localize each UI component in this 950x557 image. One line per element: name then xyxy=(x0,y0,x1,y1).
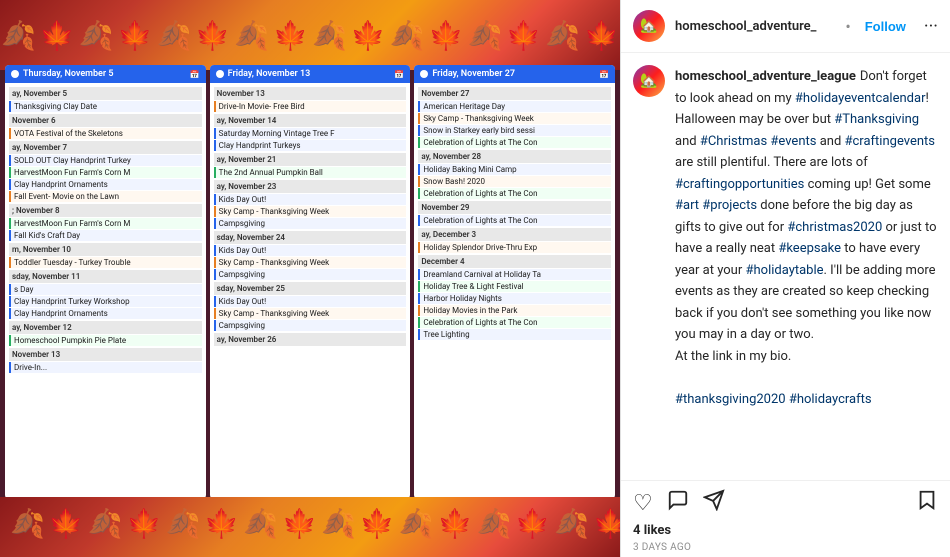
right-panel: 🏡 homeschool_adventure_ • Follow ··· 🏡 h… xyxy=(620,0,950,557)
share-icon[interactable] xyxy=(703,489,725,517)
hashtag-thanksgiving[interactable]: #Thanksgiving xyxy=(834,112,919,127)
top-bar: 🏡 homeschool_adventure_ • Follow ··· xyxy=(621,0,950,53)
cal-header-2: Friday, November 13 📅 xyxy=(210,65,411,83)
hashtag-keepsake[interactable]: #keepsake xyxy=(778,241,841,256)
like-icon[interactable]: ♡ xyxy=(633,491,653,516)
post-image: 🍂🍁🍂 🍁🍂🍁 🍂🍁🍂 🍁🍂🍁 🍂🍁🍂 🍁🍂🍁 🍂🍁 vents Thursda… xyxy=(0,0,620,557)
calendar-col-2: Friday, November 13 📅 November 13 Drive-… xyxy=(210,65,411,499)
comment-text: Don't forget to look ahead on my #holida… xyxy=(675,69,937,407)
cal-body-3: November 27 American Heritage Day Sky Ca… xyxy=(414,83,615,343)
hashtag-christmas[interactable]: #Christmas xyxy=(700,134,767,149)
commenter-username[interactable]: homeschool_adventure_league xyxy=(675,69,856,84)
cal-body-2: November 13 Drive-In Movie- Free Bird ay… xyxy=(210,83,411,349)
comment-content: homeschool_adventure_league Don't forget… xyxy=(675,65,938,409)
cal-header-1: Thursday, November 5 📅 xyxy=(5,65,206,83)
hashtag-holidayeventcalendar[interactable]: #holidayeventcalendar xyxy=(795,91,926,106)
top-bar-username: homeschool_adventure_ xyxy=(675,19,831,34)
hashtag-christmas2020[interactable]: #christmas2020 xyxy=(787,220,882,235)
action-icons-row: ♡ xyxy=(633,489,938,517)
cal-body-1: ay, November 5 Thanksgiving Clay Date No… xyxy=(5,83,206,376)
leaf-border-bottom: 🍂🍁🍂 🍁🍂🍁 🍂🍁🍂 🍁🍂🍁 🍂🍁🍂 🍁🍂 xyxy=(0,497,620,557)
leaf-border-top: 🍂🍁🍂 🍁🍂🍁 🍂🍁🍂 🍁🍂🍁 🍂🍁🍂 🍁🍂🍁 🍂🍁 xyxy=(0,0,620,70)
comment-avatar[interactable]: 🏡 xyxy=(633,65,665,97)
hashtag-craftingopportunities[interactable]: #craftingopportunities xyxy=(675,177,804,192)
hashtag-art[interactable]: #art xyxy=(675,198,699,213)
calendar-col-1: Thursday, November 5 📅 ay, November 5 Th… xyxy=(5,65,206,499)
hashtag-craftingevents[interactable]: #craftingevents xyxy=(845,134,936,149)
calendars-container: Thursday, November 5 📅 ay, November 5 Th… xyxy=(5,65,615,499)
bottom-actions: ♡ 4 likes 3 DAYS AGO xyxy=(621,480,950,557)
timestamp: 3 DAYS AGO xyxy=(633,542,938,553)
cal-header-3: Friday, November 27 📅 xyxy=(414,65,615,83)
comment-row: 🏡 homeschool_adventure_league Don't forg… xyxy=(633,65,938,409)
calendar-col-3: Friday, November 27 📅 November 27 Americ… xyxy=(414,65,615,499)
content-area: 🏡 homeschool_adventure_league Don't forg… xyxy=(621,53,950,480)
comment-icon[interactable] xyxy=(667,489,689,517)
profile-avatar-top[interactable]: 🏡 xyxy=(633,10,665,42)
separator-dot: • xyxy=(845,17,850,36)
save-icon[interactable] xyxy=(916,489,938,517)
follow-button[interactable]: Follow xyxy=(865,19,906,34)
likes-count: 4 likes xyxy=(633,523,938,538)
hashtag-projects[interactable]: #projects xyxy=(702,198,757,213)
hashtag-holidaytable[interactable]: #holidaytable xyxy=(745,263,823,278)
hashtag-events[interactable]: #events xyxy=(770,134,816,149)
more-options-icon[interactable]: ··· xyxy=(924,16,938,37)
hashtag-footer[interactable]: #thanksgiving2020 #holidaycrafts xyxy=(675,392,872,407)
